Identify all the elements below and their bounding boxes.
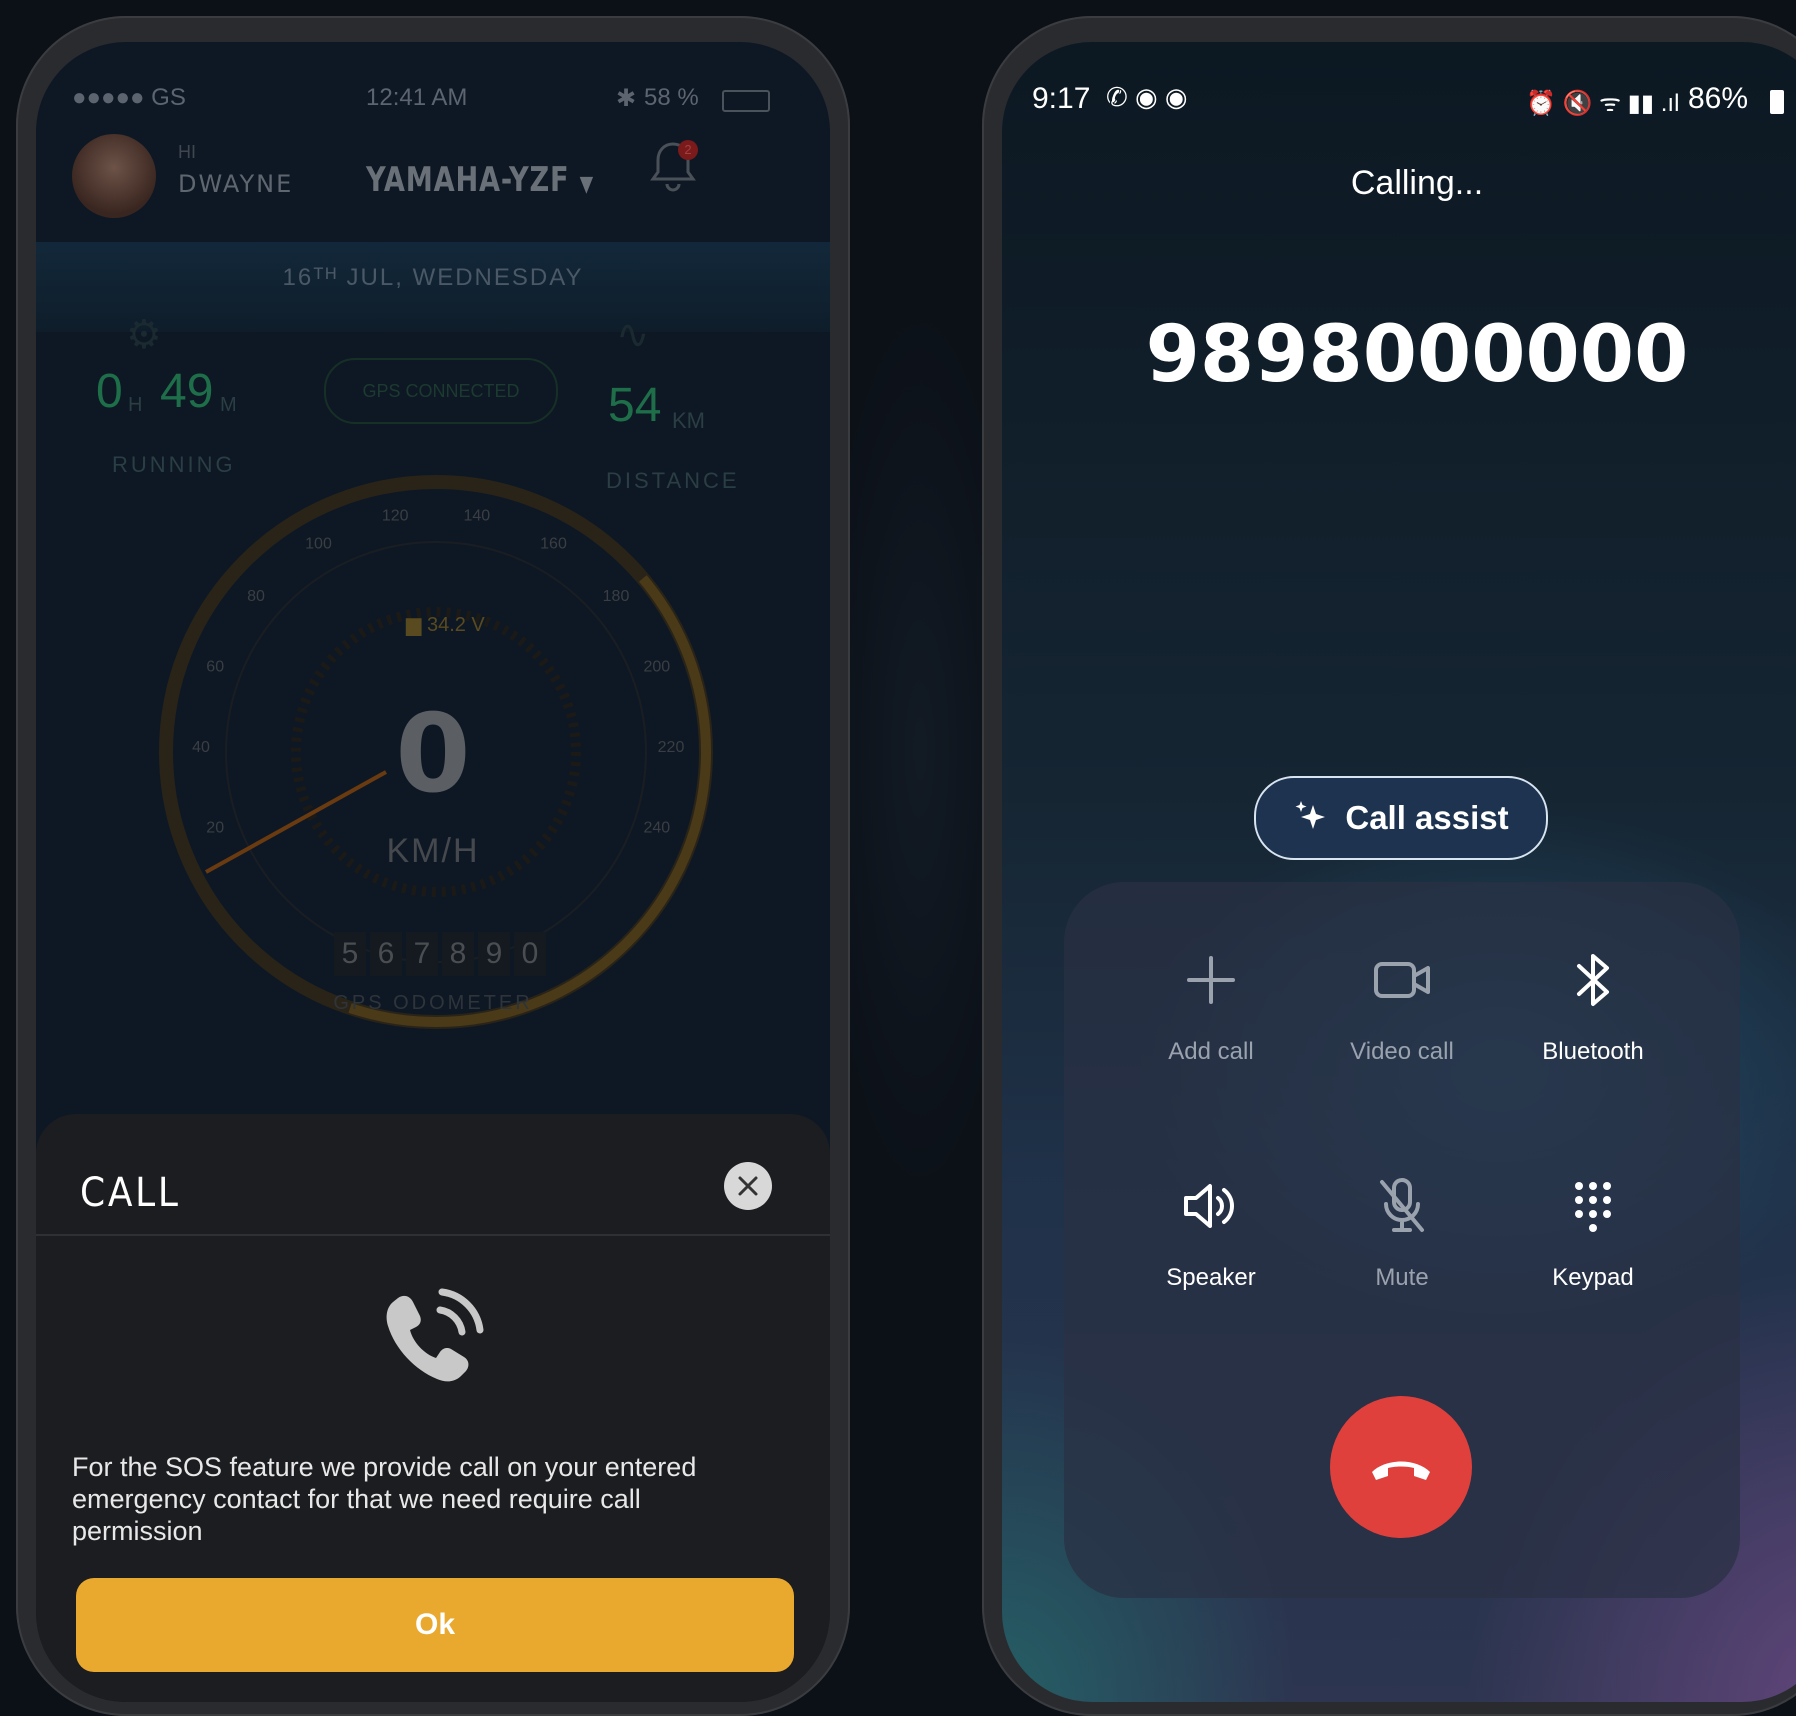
- system-status-icons: ⏰ 🔇 ᯤ ▮▮ .ıl: [1526, 90, 1680, 117]
- keypad-button[interactable]: Keypad: [1498, 1174, 1688, 1292]
- call-status: Calling...: [1350, 164, 1484, 202]
- plus-icon: [1187, 956, 1235, 1004]
- gauge-tick-label: 160: [540, 536, 567, 553]
- running-h-unit: H: [128, 394, 143, 416]
- speed-value: 0: [395, 692, 471, 817]
- speed-unit: KM/H: [386, 832, 480, 870]
- gauge-tick-label: 120: [382, 508, 409, 525]
- gps-status-pill: GPS CONNECTED: [324, 358, 558, 424]
- dialog-message: For the SOS feature we provide call on y…: [72, 1452, 697, 1546]
- close-button[interactable]: [724, 1162, 772, 1210]
- odometer-digit: 5: [334, 932, 366, 976]
- status-time: 9:17: [1032, 82, 1091, 115]
- call-assist-button[interactable]: Call assist: [1254, 776, 1548, 860]
- speaker-icon: [1184, 1184, 1234, 1228]
- mute-button[interactable]: Mute: [1307, 1174, 1497, 1292]
- call-controls-panel: Add call Video call Bluetooth Speaker Mu…: [1064, 882, 1740, 1598]
- call-assist-label: Call assist: [1345, 799, 1509, 836]
- notification-badge: 2: [678, 140, 698, 160]
- bluetooth-button[interactable]: Bluetooth: [1498, 948, 1688, 1066]
- end-call-button[interactable]: [1330, 1396, 1472, 1538]
- speaker-label: Speaker: [1166, 1264, 1256, 1291]
- battery-voltage: ▆ 34.2 V: [406, 614, 485, 636]
- phone-number: 9898000000: [1145, 310, 1689, 400]
- hang-up-icon: [1372, 1461, 1430, 1480]
- keypad-label: Keypad: [1552, 1264, 1634, 1291]
- keypad-icon: [1575, 1182, 1611, 1232]
- add-call-button[interactable]: Add call: [1116, 948, 1306, 1066]
- calling-screen: 9:17 ✆ ◉ ◉ ⏰ 🔇 ᯤ ▮▮ .ıl 86% Calling... 9…: [1002, 42, 1796, 1702]
- battery-percent: 86%: [1688, 82, 1749, 115]
- running-m-unit: M: [220, 394, 237, 416]
- bluetooth-label: Bluetooth: [1542, 1038, 1644, 1065]
- add-call-label: Add call: [1168, 1038, 1254, 1065]
- bike-name: YAMAHA-YZF: [366, 160, 570, 200]
- odometer-digit: 0: [514, 932, 546, 976]
- speaker-button[interactable]: Speaker: [1116, 1174, 1306, 1292]
- gauge-tick-label: 100: [305, 536, 332, 553]
- car-battery-icon: ▆: [406, 614, 422, 636]
- gauge-tick-label: 140: [463, 508, 490, 525]
- ok-button[interactable]: Ok: [76, 1578, 794, 1672]
- odometer: 5 6 7 8 9 0: [334, 932, 546, 976]
- odometer-label: GPS ODOMETER: [333, 992, 533, 1014]
- user-name: DWAYNE: [178, 170, 294, 198]
- status-time: 12:41 AM: [366, 84, 468, 111]
- gps-status: GPS CONNECTED: [362, 381, 520, 401]
- distance-unit: KM: [672, 408, 705, 433]
- video-call-button[interactable]: Video call: [1307, 948, 1497, 1066]
- carrier-text: ●●●●● GS: [72, 84, 186, 111]
- dialog-title: CALL: [80, 1170, 181, 1216]
- avatar[interactable]: [72, 134, 156, 218]
- date-text: 16ᵀᴴ JUL, WEDNESDAY: [282, 264, 584, 291]
- phone-frame-left: ●●●●● GS 12:41 AM ✱ 58 % HI DWAYNE YAMAH…: [16, 16, 850, 1716]
- battery-icon: [1770, 90, 1784, 114]
- dialog-divider: [36, 1234, 830, 1236]
- running-hours: 0: [96, 365, 123, 418]
- bluetooth-icon: [1577, 954, 1609, 1006]
- distance-value: 54: [608, 379, 662, 432]
- bike-icon: ⚙: [126, 313, 162, 357]
- phone-frame-right: 9:17 ✆ ◉ ◉ ⏰ 🔇 ᯤ ▮▮ .ıl 86% Calling... 9…: [982, 16, 1796, 1716]
- battery-percent: 58 %: [644, 84, 699, 111]
- call-permission-dialog: CALL For the SOS feature we provide call…: [36, 1114, 830, 1702]
- call-status-icons: ✆ ◉ ◉: [1106, 82, 1188, 112]
- battery-icon: [722, 90, 770, 112]
- bike-selector[interactable]: YAMAHA-YZF ▼: [366, 160, 594, 200]
- odometer-digit: 8: [442, 932, 474, 976]
- bluetooth-status-icon: ✱: [616, 85, 637, 112]
- gauge-tick-label: 80: [247, 588, 265, 605]
- gauge-tick-label: 60: [206, 659, 224, 676]
- mic-off-icon: [1380, 1178, 1424, 1232]
- mute-label: Mute: [1375, 1264, 1429, 1291]
- greeting: HI: [178, 142, 196, 162]
- running-minutes: 49: [160, 365, 214, 418]
- odometer-digit: 6: [370, 932, 402, 976]
- sparkle-icon: [1295, 801, 1326, 829]
- gauge-tick-label: 180: [603, 588, 630, 605]
- gauge-tick-label: 200: [643, 659, 670, 676]
- video-call-label: Video call: [1350, 1038, 1454, 1065]
- video-icon: [1374, 962, 1430, 998]
- chevron-down-icon: ▼: [579, 172, 594, 197]
- odometer-digit: 9: [478, 932, 510, 976]
- route-icon: ∿: [616, 313, 650, 357]
- phone-calling-icon: [386, 1288, 484, 1382]
- dashboard-screen: ●●●●● GS 12:41 AM ✱ 58 % HI DWAYNE YAMAH…: [36, 42, 830, 1702]
- odometer-digit: 7: [406, 932, 438, 976]
- close-icon: [738, 1176, 758, 1196]
- bell-icon[interactable]: 2: [648, 138, 698, 194]
